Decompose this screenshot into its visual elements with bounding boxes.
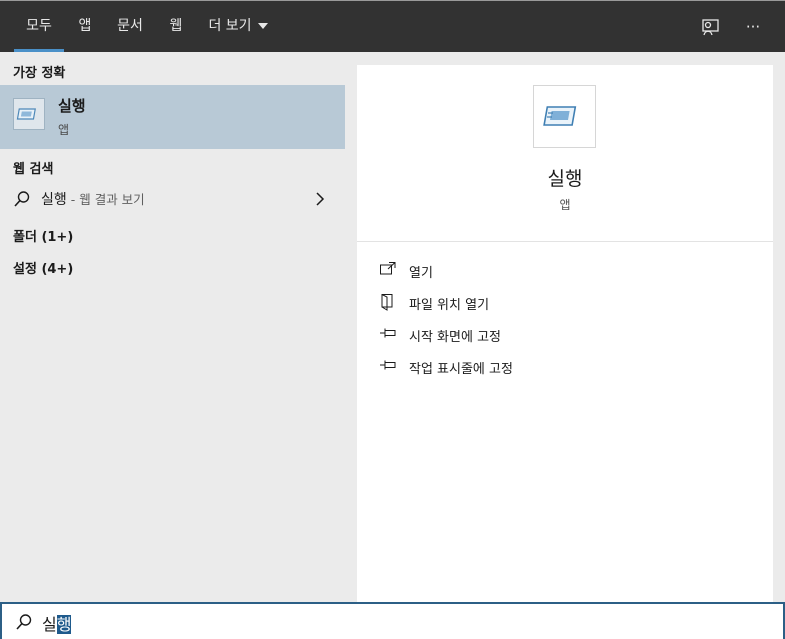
action-pin-to-taskbar[interactable]: 작업 표시줄에 고정 [379, 355, 739, 379]
action-pin-to-taskbar-label: 작업 표시줄에 고정 [409, 362, 513, 377]
tab-more[interactable]: 더 보기 [203, 1, 273, 52]
preview-title: 실행 [547, 168, 583, 190]
search-icon [15, 613, 33, 635]
action-open-label: 열기 [409, 266, 433, 281]
search-box[interactable]: 실행 [0, 602, 785, 639]
search-input[interactable]: 실행 [42, 611, 72, 635]
best-match-header: 가장 정확 [13, 66, 66, 81]
run-dialog-icon [13, 98, 45, 130]
preview-type: 앱 [559, 198, 571, 212]
run-dialog-large-icon [533, 85, 596, 148]
tab-apps[interactable]: 앱 [72, 1, 98, 52]
preview-pane: 실행 앱 열기 파일 위치 열기 시작 화면에 고정 작업 표시줄에 고정 [357, 65, 773, 602]
action-open-file-location[interactable]: 파일 위치 열기 [379, 291, 739, 315]
action-pin-to-start[interactable]: 시작 화면에 고정 [379, 323, 739, 347]
file-location-icon [379, 293, 397, 315]
tab-more-label: 더 보기 [208, 18, 252, 34]
web-search-query: 실행 [41, 192, 67, 208]
best-match-title: 실행 [58, 97, 86, 115]
action-open-file-location-label: 파일 위치 열기 [409, 298, 490, 313]
search-icon [13, 190, 31, 212]
chevron-right-icon[interactable] [314, 191, 326, 210]
tab-all[interactable]: 모두 [14, 1, 64, 52]
search-typed-text: 실 [42, 615, 57, 634]
more-options-icon[interactable]: ··· [741, 15, 765, 39]
search-selected-text: 행 [56, 615, 72, 634]
best-match-type: 앱 [58, 123, 70, 137]
action-open[interactable]: 열기 [379, 259, 739, 283]
pin-icon [379, 325, 397, 344]
caret-down-icon [257, 23, 268, 29]
web-search-text: 실행 - 웹 결과 보기 [41, 189, 145, 209]
settings-header[interactable]: 설정 (4+) [13, 258, 73, 277]
open-icon [379, 261, 397, 281]
best-match-item[interactable]: 실행 앱 [0, 85, 345, 149]
web-search-item[interactable]: 실행 - 웹 결과 보기 [0, 185, 345, 213]
tab-web[interactable]: 웹 [163, 1, 189, 52]
pin-icon [379, 357, 397, 376]
filter-tab-bar: 모두 앱 문서 웹 더 보기 ··· [0, 0, 785, 52]
action-pin-to-start-label: 시작 화면에 고정 [409, 330, 501, 345]
divider [357, 241, 773, 242]
web-search-header: 웹 검색 [13, 162, 54, 177]
feedback-icon[interactable] [699, 15, 723, 39]
web-search-suffix: - 웹 결과 보기 [66, 192, 145, 207]
tab-documents[interactable]: 문서 [111, 1, 149, 52]
results-list: 가장 정확 실행 앱 웹 검색 실행 - 웹 결과 보기 폴더 (1+) 설정 … [0, 52, 345, 602]
folders-header[interactable]: 폴더 (1+) [13, 226, 73, 245]
